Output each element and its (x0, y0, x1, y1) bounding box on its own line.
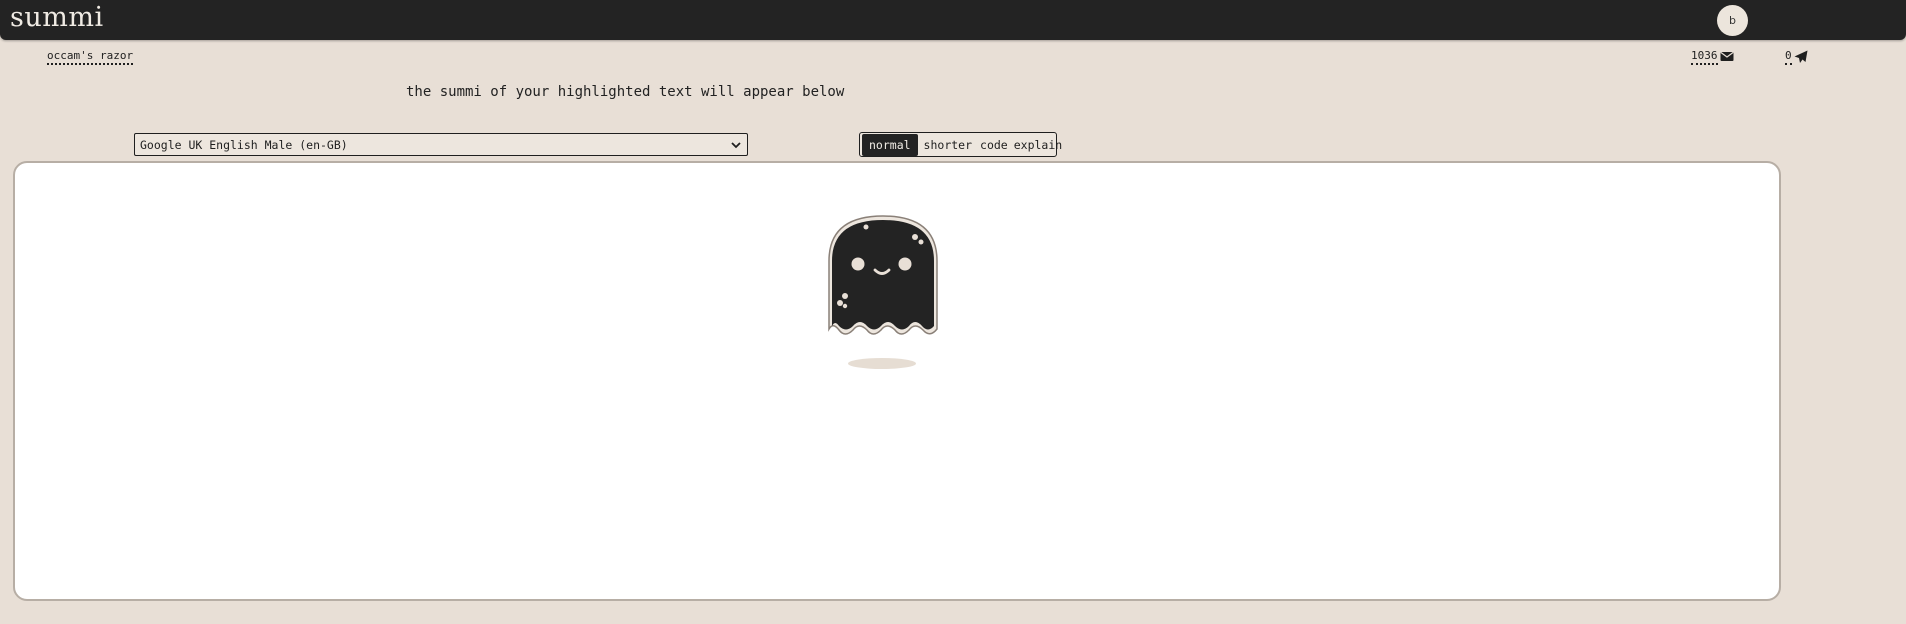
top-bar: summi b (0, 0, 1906, 40)
paper-plane-icon (1794, 50, 1808, 67)
headline: the summi of your highlighted text will … (406, 84, 845, 100)
mode-explain[interactable]: explain (1012, 135, 1068, 155)
mail-counter[interactable]: 1036 (1691, 50, 1734, 65)
occams-razor-link[interactable]: occam's razor (47, 50, 134, 65)
mode-shorter[interactable]: shorter (918, 135, 978, 155)
ghost-icon (827, 214, 939, 342)
mail-count: 1036 (1691, 50, 1718, 65)
chevron-down-icon (731, 138, 741, 152)
mode-code[interactable]: code (978, 135, 1012, 155)
brand-logo[interactable]: summi (10, 2, 104, 33)
send-count: 0 (1785, 50, 1792, 65)
voice-select-value: Google UK English Male (en-GB) (140, 137, 348, 152)
envelope-icon (1719, 50, 1734, 65)
mode-normal[interactable]: normal (862, 133, 918, 156)
ghost-shadow (848, 358, 916, 369)
user-avatar[interactable]: b (1717, 5, 1748, 36)
mode-toggle-group: normal shorter code explain (859, 132, 1062, 157)
send-counter[interactable]: 0 (1785, 50, 1808, 67)
voice-select[interactable]: Google UK English Male (en-GB) (134, 133, 748, 156)
